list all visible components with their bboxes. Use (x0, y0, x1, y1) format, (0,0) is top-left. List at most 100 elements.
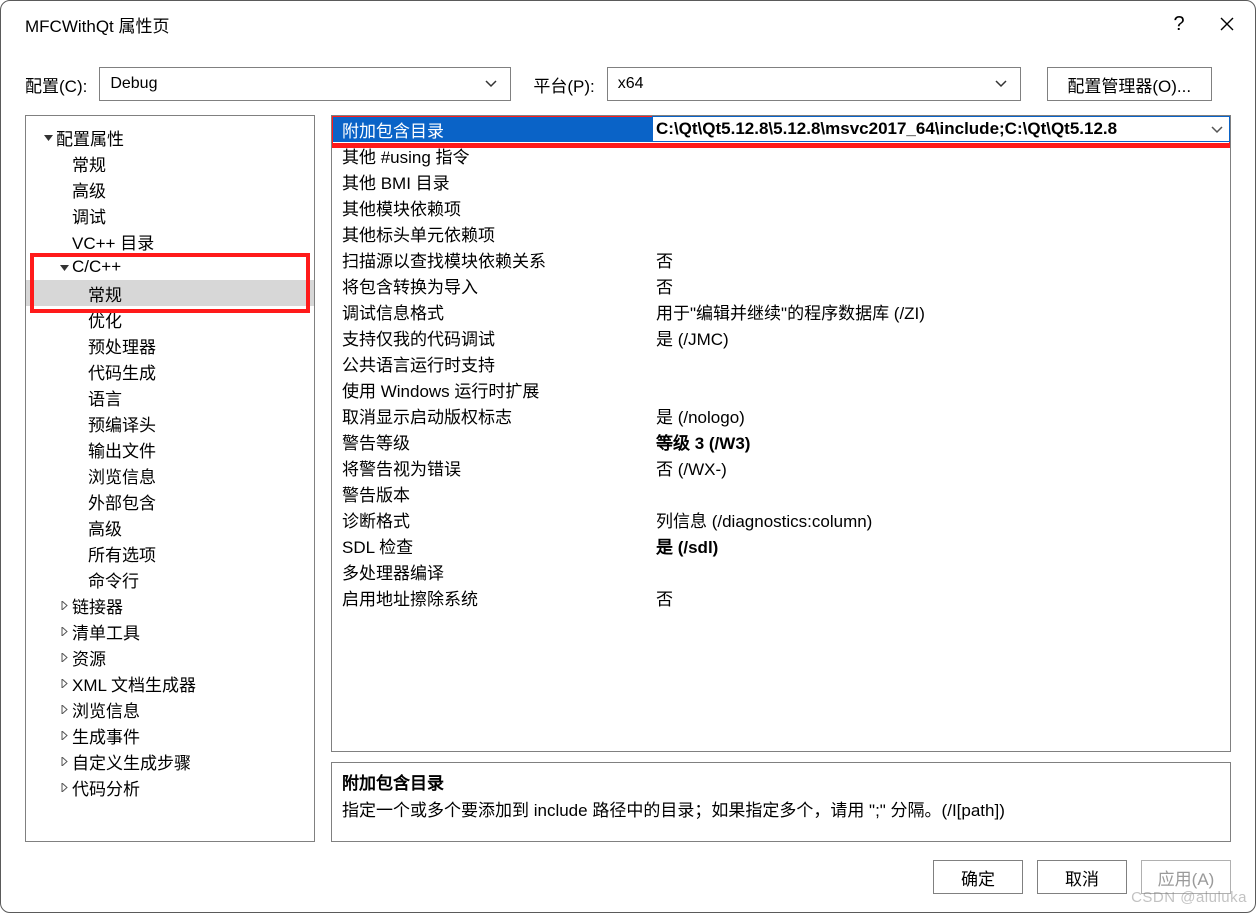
config-row: 配置(C): Debug 平台(P): x64 配置管理器(O)... (1, 47, 1255, 115)
property-value: 等级 3 (/W3) (652, 428, 1230, 454)
tree-leaf[interactable]: VC++ 目录 (26, 228, 314, 254)
property-value: 否 (652, 246, 1230, 272)
close-icon (1219, 16, 1235, 32)
property-name: 取消显示启动版权标志 (332, 402, 652, 428)
tree-item-label: 代码生成 (88, 359, 156, 384)
tree-leaf[interactable]: 输出文件 (26, 436, 314, 462)
property-row[interactable]: 取消显示启动版权标志是 (/nologo) (332, 402, 1230, 428)
caret-right-icon (56, 627, 72, 636)
caret-right-icon (56, 653, 72, 662)
property-name: 将包含转换为导入 (332, 272, 652, 298)
property-name: 公共语言运行时支持 (332, 350, 652, 376)
tree-item-label: 命令行 (88, 567, 139, 592)
tree-leaf[interactable]: 常规 (26, 280, 314, 306)
tree-item-label: 预编译头 (88, 411, 156, 436)
property-row[interactable]: SDL 检查是 (/sdl) (332, 532, 1230, 558)
tree-leaf[interactable]: 预处理器 (26, 332, 314, 358)
platform-label: 平台(P): (533, 72, 594, 97)
property-value (652, 168, 1230, 194)
property-row[interactable]: 调试信息格式用于"编辑并继续"的程序数据库 (/ZI) (332, 298, 1230, 324)
property-value: 否 (652, 272, 1230, 298)
tree-item-label: 优化 (88, 307, 122, 332)
property-row[interactable]: 将警告视为错误否 (/WX-) (332, 454, 1230, 480)
property-row[interactable]: 其他 BMI 目录 (332, 168, 1230, 194)
chevron-down-icon[interactable] (1211, 123, 1223, 137)
tree-leaf[interactable]: 语言 (26, 384, 314, 410)
property-row[interactable]: 启用地址擦除系统否 (332, 584, 1230, 610)
tree-leaf[interactable]: 预编译头 (26, 410, 314, 436)
property-row[interactable]: 警告等级等级 3 (/W3) (332, 428, 1230, 454)
property-grid[interactable]: 附加包含目录C:\Qt\Qt5.12.8\5.12.8\msvc2017_64\… (331, 115, 1231, 752)
tree-branch[interactable]: XML 文档生成器 (26, 670, 314, 696)
tree-branch[interactable]: 资源 (26, 644, 314, 670)
tree-item-label: 配置属性 (56, 125, 124, 150)
property-row[interactable]: 警告版本 (332, 480, 1230, 506)
property-row[interactable]: 使用 Windows 运行时扩展 (332, 376, 1230, 402)
tree-leaf[interactable]: 优化 (26, 306, 314, 332)
tree-branch[interactable]: 生成事件 (26, 722, 314, 748)
property-row[interactable]: 扫描源以查找模块依赖关系否 (332, 246, 1230, 272)
config-value: Debug (110, 75, 482, 93)
tree-leaf[interactable]: 外部包含 (26, 488, 314, 514)
description-body: 指定一个或多个要添加到 include 路径中的目录；如果指定多个，请用 ";"… (342, 796, 1220, 821)
property-name: 调试信息格式 (332, 298, 652, 324)
tree-branch[interactable]: 配置属性 (26, 124, 314, 150)
property-value[interactable]: C:\Qt\Qt5.12.8\5.12.8\msvc2017_64\includ… (652, 116, 1230, 142)
ok-button[interactable]: 确定 (933, 860, 1023, 894)
property-row[interactable]: 其他模块依赖项 (332, 194, 1230, 220)
help-button[interactable]: ? (1155, 1, 1203, 47)
nav-tree[interactable]: 配置属性常规高级调试VC++ 目录C/C++常规优化预处理器代码生成语言预编译头… (25, 115, 315, 842)
config-combo[interactable]: Debug (99, 67, 511, 101)
tree-branch[interactable]: 浏览信息 (26, 696, 314, 722)
tree-leaf[interactable]: 高级 (26, 514, 314, 540)
main-area: 配置属性常规高级调试VC++ 目录C/C++常规优化预处理器代码生成语言预编译头… (1, 115, 1255, 856)
apply-button[interactable]: 应用(A) (1141, 860, 1231, 894)
tree-item-label: 外部包含 (88, 489, 156, 514)
tree-branch[interactable]: 自定义生成步骤 (26, 748, 314, 774)
tree-item-label: 清单工具 (72, 619, 140, 644)
property-name: 其他 #using 指令 (332, 142, 652, 168)
tree-leaf[interactable]: 高级 (26, 176, 314, 202)
property-value (652, 220, 1230, 246)
tree-item-label: 浏览信息 (72, 697, 140, 722)
property-value: 是 (/sdl) (652, 532, 1230, 558)
tree-leaf[interactable]: 常规 (26, 150, 314, 176)
tree-branch[interactable]: 链接器 (26, 592, 314, 618)
tree-leaf[interactable]: 调试 (26, 202, 314, 228)
close-button[interactable] (1203, 1, 1251, 47)
tree-item-label: C/C++ (72, 257, 121, 277)
platform-combo[interactable]: x64 (607, 67, 1021, 101)
property-row[interactable]: 附加包含目录C:\Qt\Qt5.12.8\5.12.8\msvc2017_64\… (332, 116, 1230, 142)
property-value (652, 376, 1230, 402)
property-page-dialog: MFCWithQt 属性页 ? 配置(C): Debug 平台(P): x64 … (0, 0, 1256, 913)
config-manager-button[interactable]: 配置管理器(O)... (1047, 67, 1212, 101)
property-row[interactable]: 其他 #using 指令 (332, 142, 1230, 168)
property-value: 否 (/WX-) (652, 454, 1230, 480)
property-row[interactable]: 公共语言运行时支持 (332, 350, 1230, 376)
tree-leaf[interactable]: 命令行 (26, 566, 314, 592)
tree-leaf[interactable]: 浏览信息 (26, 462, 314, 488)
dialog-footer: 确定 取消 应用(A) (1, 856, 1255, 912)
cancel-button[interactable]: 取消 (1037, 860, 1127, 894)
tree-leaf[interactable]: 所有选项 (26, 540, 314, 566)
property-value (652, 558, 1230, 584)
property-row[interactable]: 诊断格式列信息 (/diagnostics:column) (332, 506, 1230, 532)
caret-right-icon (56, 783, 72, 792)
property-name: 诊断格式 (332, 506, 652, 532)
tree-branch[interactable]: 代码分析 (26, 774, 314, 800)
property-row[interactable]: 将包含转换为导入否 (332, 272, 1230, 298)
property-name: 其他标头单元依赖项 (332, 220, 652, 246)
tree-item-label: VC++ 目录 (72, 229, 154, 254)
tree-item-label: 高级 (88, 515, 122, 540)
caret-right-icon (56, 731, 72, 740)
tree-branch[interactable]: C/C++ (26, 254, 314, 280)
caret-right-icon (56, 705, 72, 714)
property-row[interactable]: 支持仅我的代码调试是 (/JMC) (332, 324, 1230, 350)
tree-leaf[interactable]: 代码生成 (26, 358, 314, 384)
property-row[interactable]: 其他标头单元依赖项 (332, 220, 1230, 246)
help-icon: ? (1173, 13, 1184, 36)
property-row[interactable]: 多处理器编译 (332, 558, 1230, 584)
property-name: 启用地址擦除系统 (332, 584, 652, 610)
tree-branch[interactable]: 清单工具 (26, 618, 314, 644)
property-value: 否 (652, 584, 1230, 610)
